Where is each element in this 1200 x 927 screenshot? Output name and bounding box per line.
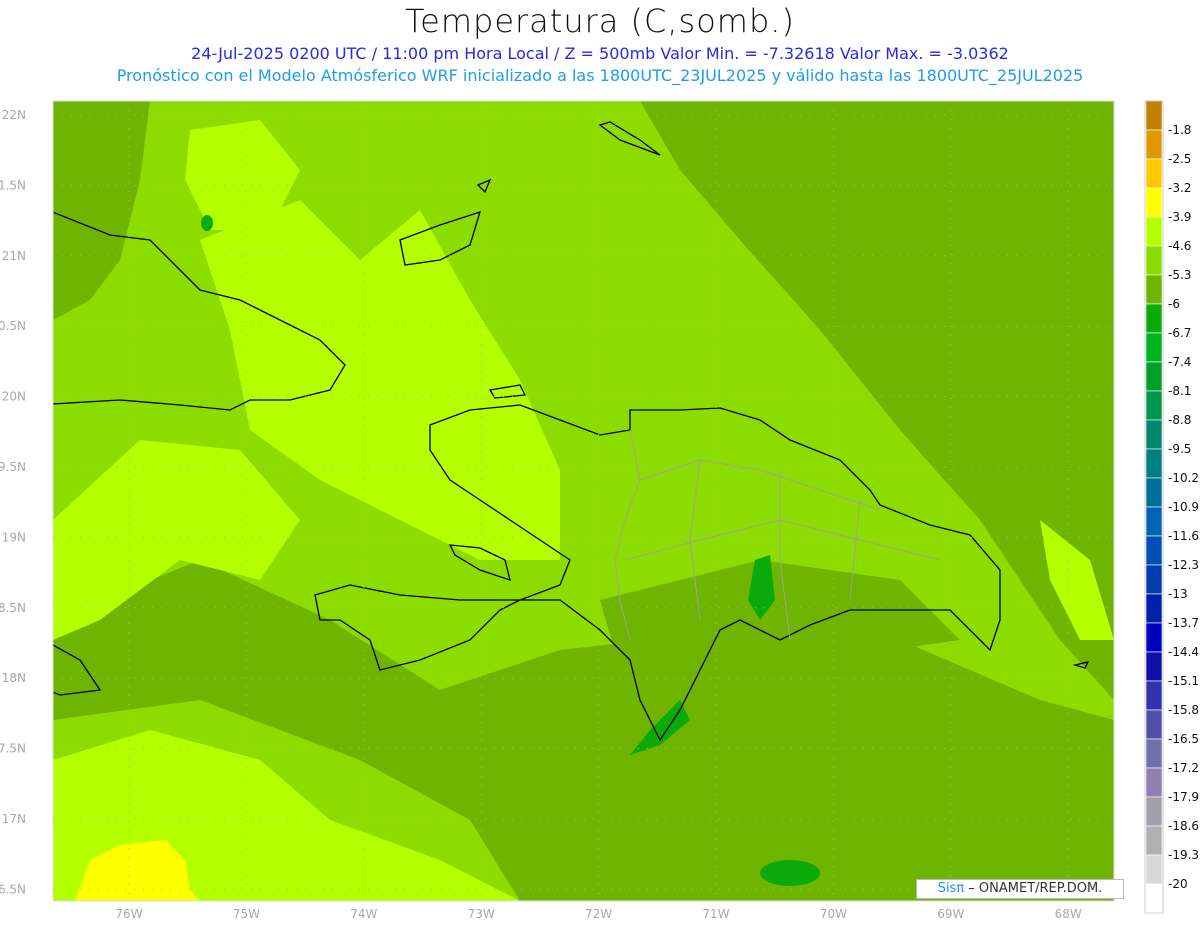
colorbar-swatch <box>1145 738 1163 769</box>
colorbar-swatch <box>1145 506 1163 537</box>
colorbar-swatch <box>1145 680 1163 711</box>
lat-tick-label: 7.5N <box>0 742 26 756</box>
colorbar-label: -19.3 <box>1168 848 1199 862</box>
lat-tick-label: 0.5N <box>0 319 26 333</box>
sispi-logo: Sisπ <box>937 881 965 896</box>
colorbar-swatch <box>1145 332 1163 363</box>
colorbar-label: -6.7 <box>1168 326 1191 340</box>
colorbar-swatch <box>1145 274 1163 305</box>
colorbar-label: -12.3 <box>1168 558 1199 572</box>
colorbar-swatch <box>1145 129 1163 160</box>
lon-tick-label: 69W <box>937 907 964 921</box>
lat-tick-label: 21N <box>2 249 26 263</box>
colorbar-swatch <box>1145 390 1163 421</box>
map-subtitle-model: Pronóstico con el Modelo Atmósferico WRF… <box>116 66 1084 85</box>
colorbar-swatch <box>1145 216 1163 247</box>
colorbar-label: -17.2 <box>1168 761 1199 775</box>
lon-tick-label: 72W <box>585 907 612 921</box>
colorbar-swatch <box>1145 854 1163 885</box>
lat-tick-label: 9.5N <box>0 460 26 474</box>
colorbar-swatch <box>1145 883 1163 914</box>
lon-tick-label: 71W <box>702 907 729 921</box>
colorbar-label: -15.1 <box>1168 674 1199 688</box>
credit-label: Sisπ – ONAMET/REP.DOM. <box>916 879 1124 899</box>
colorbar-label: -13.7 <box>1168 616 1199 630</box>
temperature-map: 76W 75W 74W 73W 72W 71W 70W 69W 68W 22N 1.5N 21N 0.5… <box>0 100 1199 921</box>
colorbar-label: -20 <box>1168 877 1188 891</box>
lat-tick-label: 18N <box>2 671 26 685</box>
colorbar-label: -1.8 <box>1168 123 1191 137</box>
colorbar-label: -5.3 <box>1168 268 1191 282</box>
lon-tick-label: 75W <box>233 907 260 921</box>
colorbar-swatch <box>1145 564 1163 595</box>
colorbar: -1.8 -2.5 -3.2 -3.9 -4.6 -5.3 -6 -6.7 -7.4 -8.1 -8… <box>1144 100 1199 914</box>
colorbar-swatch <box>1145 100 1163 131</box>
colorbar-label: -4.6 <box>1168 239 1191 253</box>
lon-tick-label: 76W <box>115 907 142 921</box>
colorbar-label: -16.5 <box>1168 732 1199 746</box>
lat-tick-label: 20N <box>2 390 26 404</box>
credit-text: – ONAMET/REP.DOM. <box>964 881 1103 896</box>
colorbar-label: -14.4 <box>1168 645 1199 659</box>
lat-tick-label: 1.5N <box>0 178 26 192</box>
colorbar-label: -18.6 <box>1168 819 1199 833</box>
colorbar-label: -2.5 <box>1168 152 1191 166</box>
colorbar-swatch <box>1145 593 1163 624</box>
colorbar-swatch <box>1145 535 1163 566</box>
colorbar-swatch <box>1145 796 1163 827</box>
colorbar-label: -7.4 <box>1168 355 1191 369</box>
colorbar-label: -13 <box>1168 587 1188 601</box>
lon-tick-label: 74W <box>350 907 377 921</box>
temperature-field <box>53 101 1114 901</box>
colorbar-label: -9.5 <box>1168 442 1191 456</box>
map-title: Temperatura (C,somb.) <box>405 2 795 40</box>
colorbar-swatch <box>1145 361 1163 392</box>
colorbar-swatch <box>1145 622 1163 653</box>
lon-tick-label: 73W <box>468 907 495 921</box>
colorbar-label: -8.8 <box>1168 413 1191 427</box>
colorbar-swatch <box>1145 158 1163 189</box>
colorbar-swatch <box>1145 245 1163 276</box>
colorbar-label: -8.1 <box>1168 384 1191 398</box>
colorbar-label: -11.6 <box>1168 529 1199 543</box>
lat-tick-label: 8.5N <box>0 601 26 615</box>
lon-tick-label: 70W <box>820 907 847 921</box>
colorbar-label: -10.2 <box>1168 471 1199 485</box>
colorbar-swatch <box>1145 825 1163 856</box>
colorbar-swatch <box>1145 709 1163 740</box>
lat-tick-label: 6.5N <box>0 882 26 896</box>
lon-tick-label: 68W <box>1055 907 1082 921</box>
colorbar-swatch <box>1145 477 1163 508</box>
colorbar-swatch <box>1145 303 1163 334</box>
colorbar-label: -3.2 <box>1168 181 1191 195</box>
colorbar-label: -6 <box>1168 297 1180 311</box>
lat-tick-label: 17N <box>2 812 26 826</box>
lat-tick-label: 19N <box>2 530 26 544</box>
colorbar-swatch <box>1145 448 1163 479</box>
lat-tick-label: 22N <box>2 108 26 122</box>
colorbar-label: -15.8 <box>1168 703 1199 717</box>
colorbar-label: -10.9 <box>1168 500 1199 514</box>
colorbar-swatch <box>1145 651 1163 682</box>
map-subtitle-time: 24-Jul-2025 0200 UTC / 11:00 pm Hora Loc… <box>191 44 1009 63</box>
colorbar-swatch <box>1145 419 1163 450</box>
colorbar-label: -3.9 <box>1168 210 1191 224</box>
colorbar-label: -17.9 <box>1168 790 1199 804</box>
colorbar-swatch <box>1145 767 1163 798</box>
colorbar-swatch <box>1145 187 1163 218</box>
